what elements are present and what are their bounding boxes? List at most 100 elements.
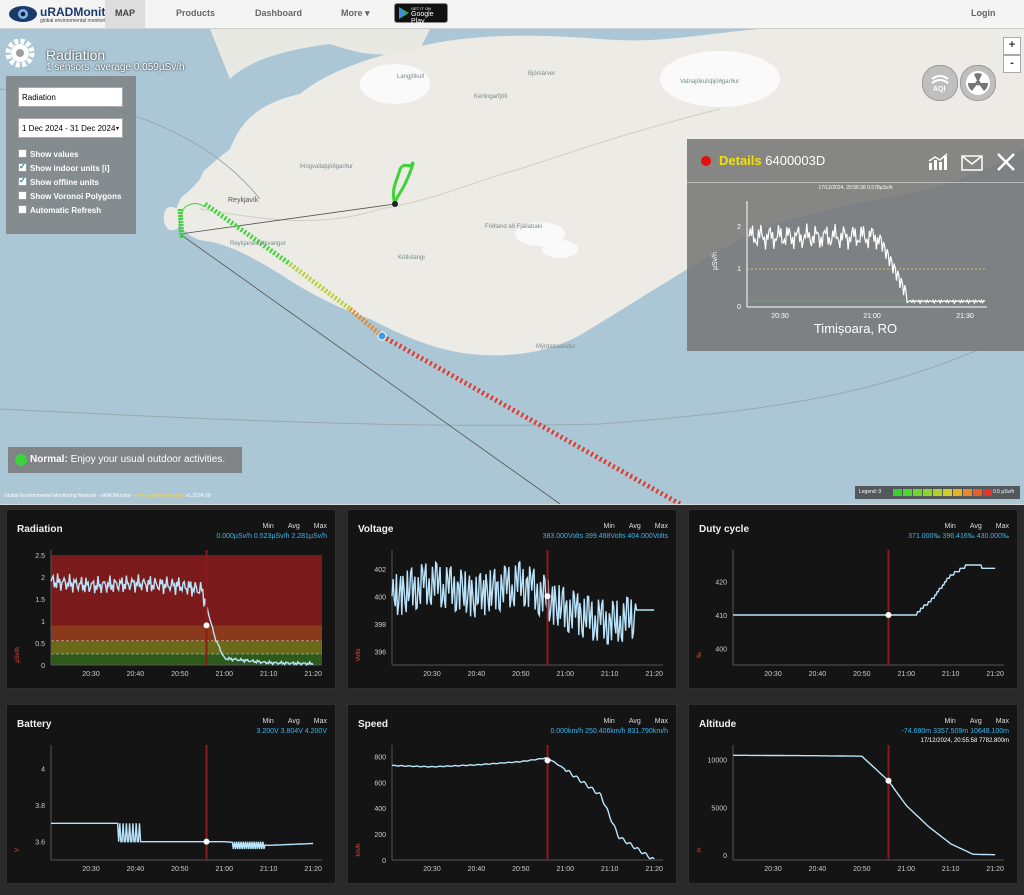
x-tick-label: 21:00 [215,671,233,678]
x-tick-label: 21:00 [556,866,574,873]
y-tick: 0 [737,304,741,311]
x-tick-label: 20:40 [127,671,145,678]
checkbox[interactable] [18,205,27,214]
y-tick-label: 200 [374,832,386,839]
legend-left-label: Legend: 0 [859,489,882,495]
x-tick-label: 20:50 [512,866,530,873]
x-tick-label: 20:40 [468,671,486,678]
x-tick-label: 21:10 [601,671,619,678]
x-tick: 21:00 [863,313,881,320]
x-tick-label: 21:10 [601,866,619,873]
details-popup: Details 6400003D 17/12/2024, 20:56:38 0.… [687,139,1024,351]
series-line [391,756,655,860]
x-tick-label: 20:50 [853,671,871,678]
chevron-down-icon: ▾ [115,126,119,132]
checkbox[interactable] [18,191,27,200]
place-label: Bjórsárver [528,71,556,77]
x-tick-label: 20:50 [171,866,189,873]
y-tick-label: 400 [374,806,386,813]
option-label: Show indoor units [i] [30,164,110,173]
cursor-point [885,777,892,784]
option-show-offline[interactable]: Show offline units [18,175,99,189]
aqi-toggle-button[interactable]: AQI [922,65,958,101]
checkbox[interactable] [18,149,27,158]
cursor-point [544,757,551,764]
cursor-point [203,622,210,629]
y-axis-unit: µSv/h [15,647,21,662]
details-id: 6400003D [765,153,826,168]
y-tick-label: 400 [715,646,727,653]
map-title: Radiation [46,47,106,63]
x-tick-label: 21:20 [645,866,663,873]
place-label: Langjökull [397,74,425,80]
x-tick-label: 21:00 [897,866,915,873]
legend-swatch [923,489,932,496]
place-label: Reykjanesfólkvangur [230,241,286,247]
nav-dashboard[interactable]: Dashboard [255,0,302,28]
x-tick-label: 21:10 [260,866,278,873]
mail-icon[interactable] [961,155,983,171]
place-label: Vatnajökulsþjóðgarður [680,79,740,85]
option-label: Show values [30,150,79,159]
divider [687,182,1024,183]
checkbox[interactable] [18,161,27,173]
legend-right-label: 0.5 µSv/h [993,489,1015,495]
y-axis-unit: Volts [356,648,362,661]
y-tick-label: 3.8 [35,803,45,810]
map-view[interactable]: Langjökull Bjórsárver Kerlingarfjöll Vat… [0,29,1024,504]
zoom-in-button[interactable]: + [1003,37,1021,55]
x-tick-label: 20:30 [764,671,782,678]
y-tick-label: 600 [374,780,386,787]
details-title: Details 6400003D [719,153,825,168]
details-city: Timișoara, RO [813,321,898,336]
warning-band [51,625,322,641]
y-tick-label: 0 [382,858,386,865]
attribution-text: Global Environmental Monitoring Network … [4,493,136,499]
settings-gear-icon[interactable] [4,37,36,69]
map-legend: Legend: 0 0.5 µSv/h [855,486,1020,499]
x-tick-label: 20:40 [809,671,827,678]
attribution-link[interactable]: www.uradmonitor.com [135,493,184,499]
option-show-voronoi[interactable]: Show Voronoi Polygons [18,191,121,203]
attribution: Global Environmental Monitoring Network … [4,493,211,499]
legend-swatch [913,489,922,496]
legend-swatch [973,489,982,496]
nav-products[interactable]: Products [176,0,215,28]
place-label: Þingvallaþjóðgarður [300,164,354,170]
y-tick-label: 4 [41,766,45,773]
sensor-select[interactable]: Radiation [18,87,123,107]
radiation-toggle-button[interactable] [960,65,996,101]
y-axis-unit: km/h [356,843,362,856]
y-axis-unit: m [697,848,703,853]
y-tick-label: 5000 [711,805,727,812]
google-play-badge[interactable]: GET IT ON Google Play [394,3,448,25]
legend-swatch [983,489,992,496]
option-show-values[interactable]: Show values [18,149,78,161]
y-tick-label: 10000 [708,758,728,765]
nav-map[interactable]: MAP [105,0,145,28]
y-axis-unit: V [15,848,21,852]
place-label: Friðland að Fjallabaki [485,224,543,230]
place-label: Kötlutangi [398,255,425,261]
close-icon[interactable] [996,152,1016,172]
checkbox[interactable] [18,175,27,187]
nav-more[interactable]: More ▾ [341,0,370,28]
zoom-out-button[interactable]: - [1003,55,1021,73]
x-tick-label: 20:30 [764,866,782,873]
map-subtitle: 1 sensors, average 0.059µSv/h [46,62,185,73]
chart-panel-battery: Battery Min Avg Max 3.200V 3.804V 4.200V 4 3.8… [6,704,336,884]
option-show-indoor[interactable]: Show indoor units [i] [18,161,110,175]
panel-chart: 10000 5000 0 20:30 20:40 20:50 21:00 21:10 21:20… [697,745,1004,873]
logo[interactable]: uRADMonitor global environmental monitor… [8,3,130,25]
legend-swatch [903,489,912,496]
y-tick-label: 2.5 [35,553,45,560]
y-tick-label: 400 [374,594,386,601]
status-label: Normal: [30,454,68,465]
y-tick-label: 2 [41,575,45,582]
login-link[interactable]: Login [971,0,996,28]
date-range-input[interactable]: 1 Dec 2024 - 31 Dec 2024 ▾ [18,118,123,138]
option-auto-refresh[interactable]: Automatic Refresh [18,205,101,217]
normal-band [51,654,322,665]
y-tick-label: 402 [374,567,386,574]
chart-icon[interactable] [927,153,949,171]
